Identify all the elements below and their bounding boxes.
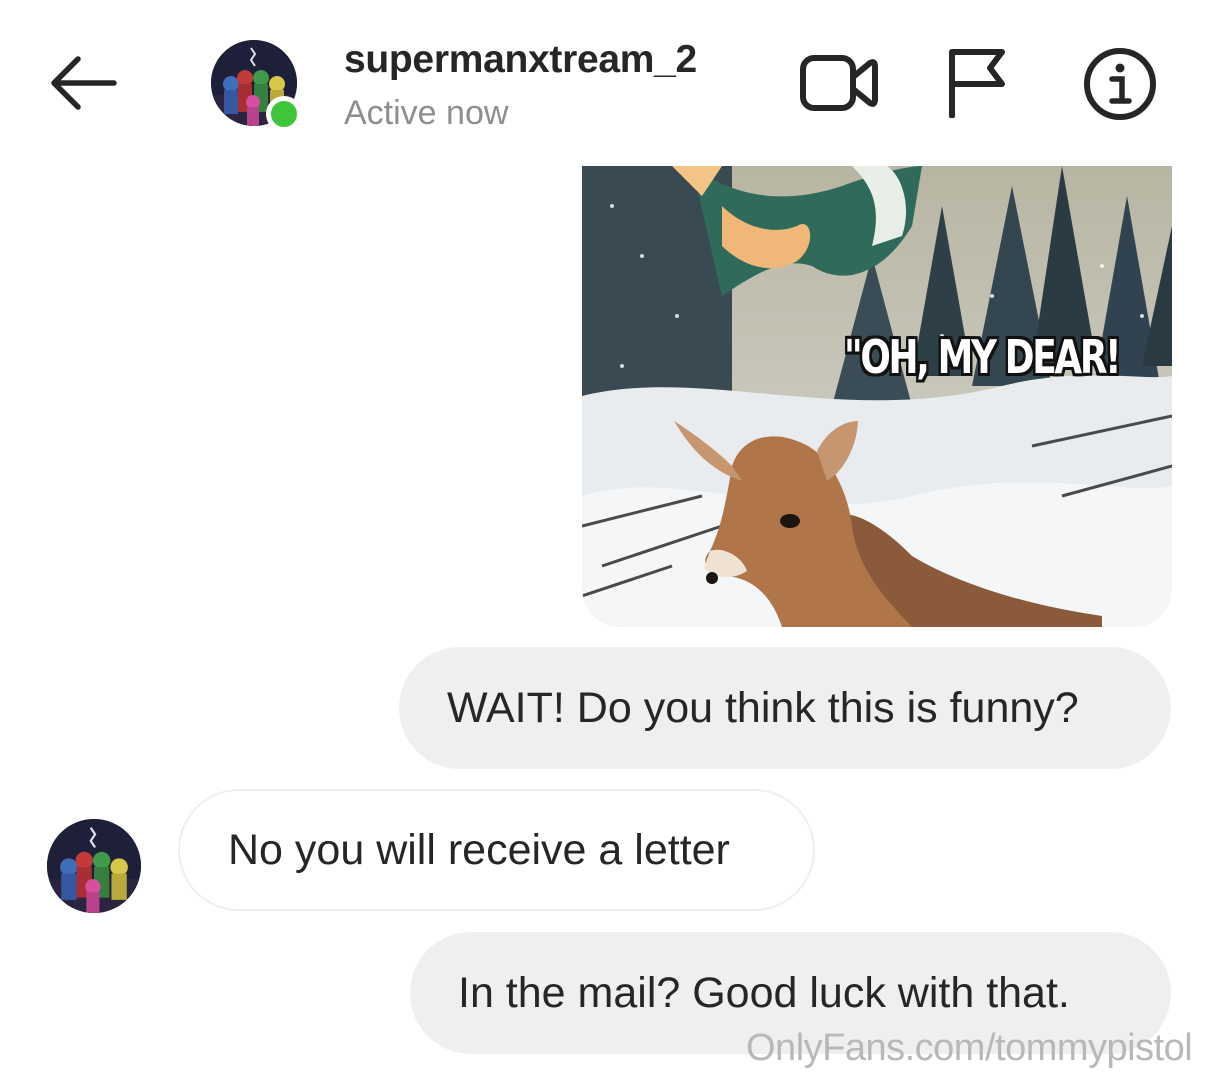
online-status-dot xyxy=(266,96,302,132)
dm-thread-screen: supermanxtream_2 Active now "OH, MY DEAR… xyxy=(0,0,1213,1080)
sender-avatar[interactable] xyxy=(47,819,141,913)
back-arrow-icon[interactable] xyxy=(44,50,120,116)
info-icon[interactable] xyxy=(1082,46,1158,122)
meme-picture xyxy=(582,166,1172,627)
flag-icon[interactable] xyxy=(944,46,1010,118)
sent-message[interactable]: WAIT! Do you think this is funny? xyxy=(399,647,1171,769)
active-status: Active now xyxy=(344,94,509,132)
received-message[interactable]: No you will receive a letter xyxy=(178,789,815,911)
video-call-icon[interactable] xyxy=(797,48,881,118)
avatar-image xyxy=(47,819,141,913)
shared-meme-image[interactable]: "OH, MY DEAR! xyxy=(582,166,1172,627)
thread-username[interactable]: supermanxtream_2 xyxy=(344,38,697,82)
meme-caption: "OH, MY DEAR! xyxy=(844,330,1121,384)
watermark: OnlyFans.com/tommypistol xyxy=(746,1027,1193,1069)
